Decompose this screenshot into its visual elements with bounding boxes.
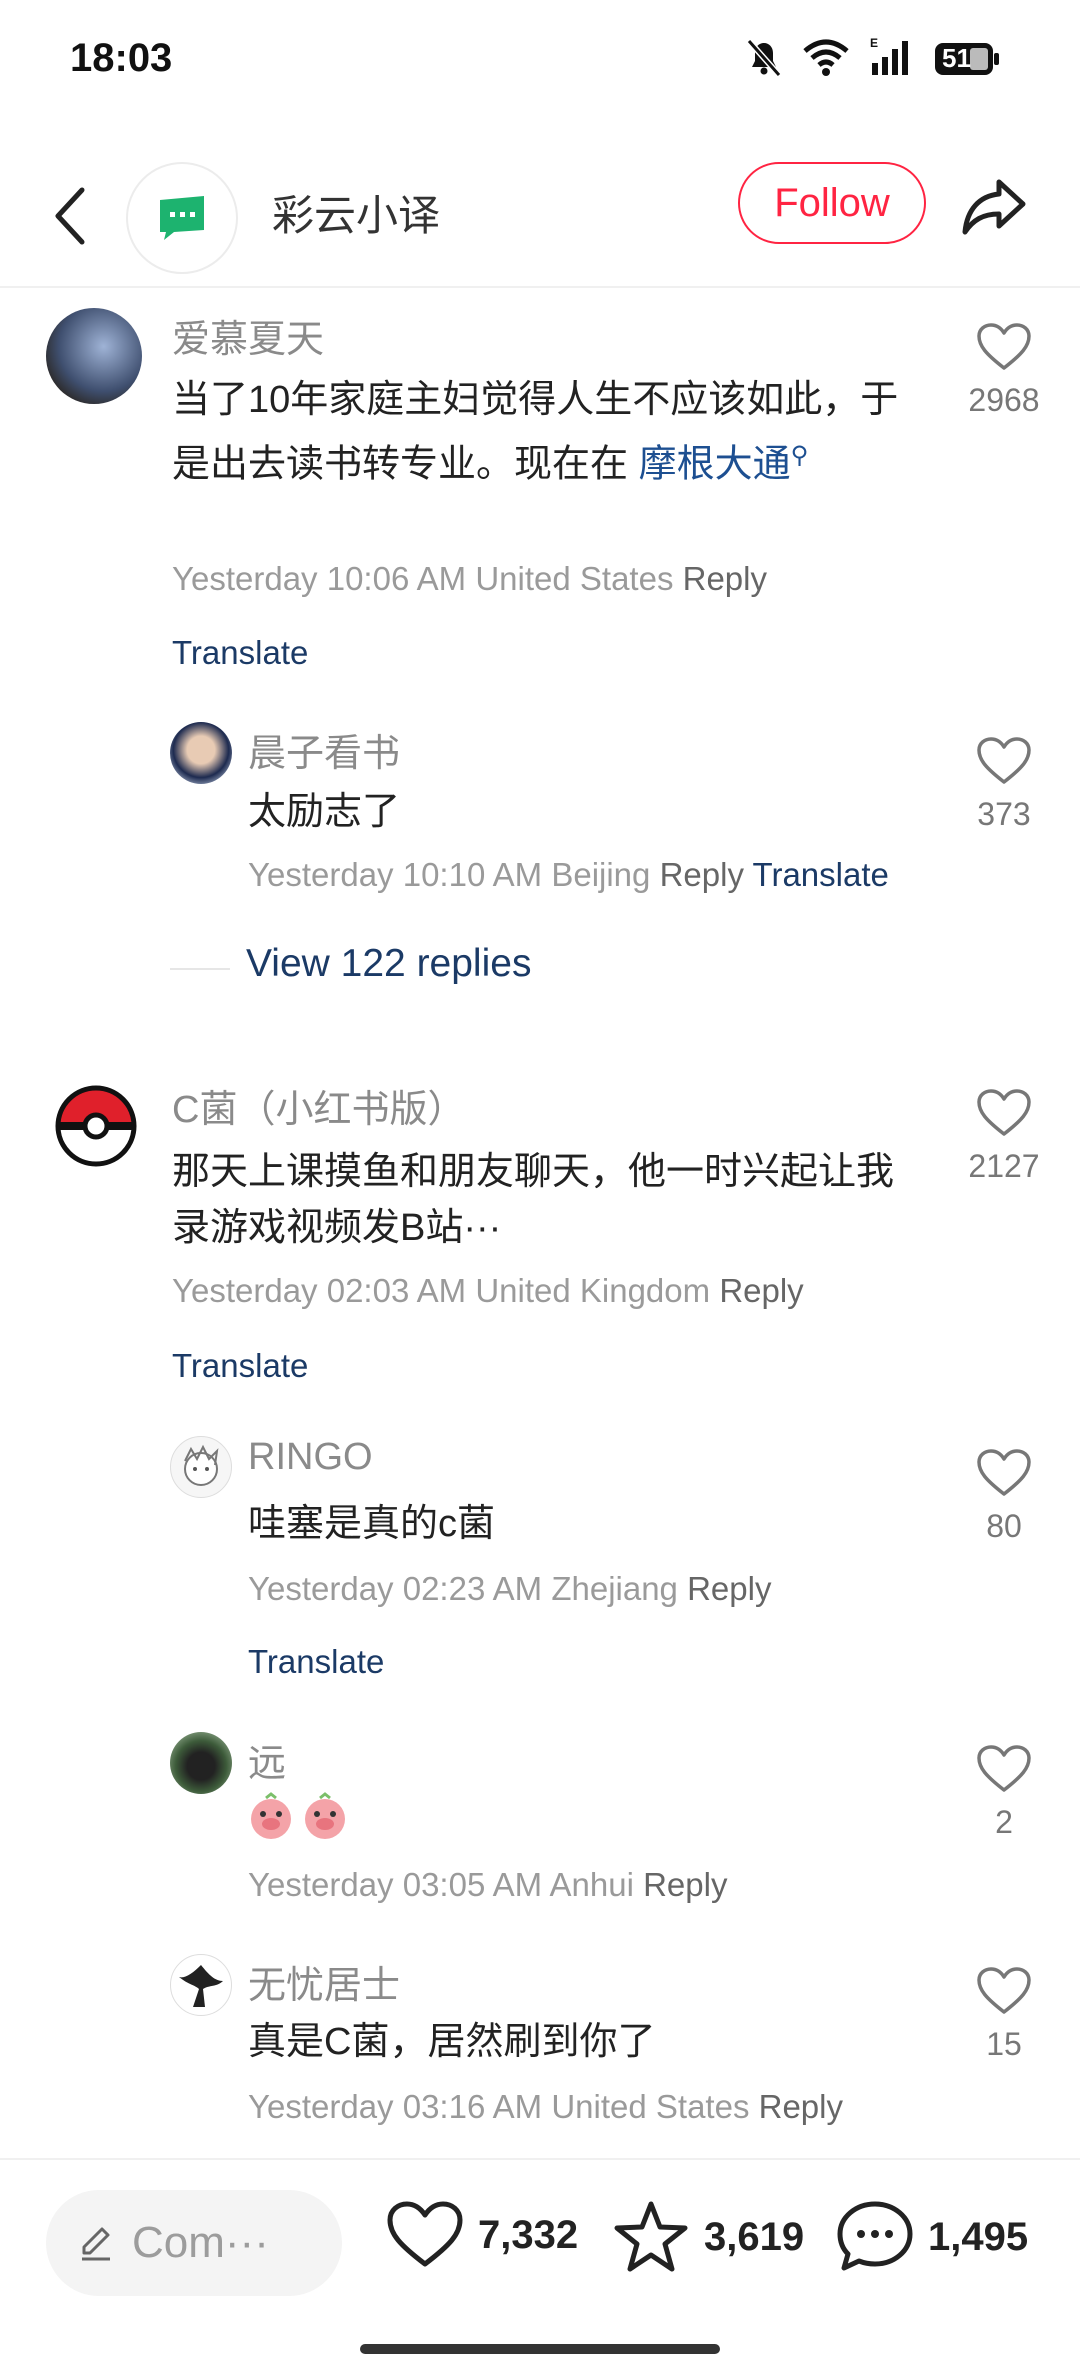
comment-text: 太励志了 [248, 791, 401, 833]
emoji-sticker [246, 1792, 350, 1842]
ink-figure-icon [179, 1965, 223, 2007]
share-button[interactable] [956, 170, 1032, 242]
comment-input[interactable]: Com··· [46, 2190, 342, 2296]
follow-button[interactable]: Follow [738, 162, 926, 244]
back-icon [55, 187, 85, 245]
account-avatar[interactable] [126, 162, 238, 274]
reply-button[interactable]: Reply [719, 1272, 803, 1309]
comment-text: 哇塞是真的c菌 [248, 1503, 496, 1545]
comments-count: 1,495 [928, 2214, 1029, 2259]
like-button[interactable]: 80 [960, 1448, 1048, 1545]
status-time: 18:03 [70, 36, 173, 80]
heart-icon [387, 2201, 463, 2267]
pig-face-icon [251, 1792, 291, 1839]
comment-search-link[interactable]: 摩根大通 [639, 444, 791, 486]
comment-meta: Yesterday 03:16 AM United States Reply [248, 2088, 843, 2125]
comment-placeholder: Com··· [132, 2218, 269, 2267]
collect-button[interactable]: 3,619 [612, 2200, 804, 2274]
reply-button[interactable]: Reply [759, 2088, 843, 2125]
header: 彩云小译 Follow [0, 150, 1080, 288]
heart-icon [977, 737, 1031, 784]
battery-icon: 51 [934, 42, 1000, 76]
svg-text:E: E [870, 37, 878, 50]
like-button[interactable]: 2968 [960, 322, 1048, 419]
heart-icon [977, 1449, 1031, 1496]
avatar[interactable] [170, 1436, 232, 1498]
star-icon [614, 2201, 688, 2272]
comment-author[interactable]: 爱慕夏天 [172, 308, 324, 363]
avatar[interactable] [170, 1954, 232, 2016]
heart-icon [977, 1089, 1031, 1136]
sketch-avatar-icon [184, 1444, 219, 1486]
like-button[interactable]: 2127 [960, 1088, 1048, 1185]
comment-bubble-icon [837, 2201, 913, 2271]
like-count: 2968 [968, 382, 1040, 418]
translate-button[interactable]: Translate [172, 1347, 308, 1385]
comment-meta: Yesterday 03:05 AM Anhui Reply [248, 1866, 728, 1903]
status-bar: 18:03 E 51 [0, 0, 1080, 120]
heart-icon [977, 1745, 1031, 1792]
comment-text: 当了10年家庭主妇觉得人生不应该如此，于是出去读书转专业。现在在 摩根大通⚲ [172, 379, 899, 486]
likes-count: 7,332 [478, 2212, 579, 2257]
bottom-action-bar: Com··· 7,332 3,619 1,495 [0, 2158, 1080, 2300]
avatar[interactable] [170, 722, 232, 784]
like-post-button[interactable]: 7,332 [386, 2200, 578, 2270]
like-count: 15 [986, 2026, 1022, 2062]
battery-level: 51 [942, 43, 971, 73]
view-replies-button[interactable]: View 122 replies [246, 942, 531, 986]
status-icons: E 51 [746, 36, 1000, 82]
reply-button[interactable]: Reply [687, 1570, 771, 1607]
comment-author[interactable]: 远 [248, 1732, 286, 1787]
reply-button[interactable]: Reply [643, 1866, 727, 1903]
like-count: 373 [977, 796, 1031, 832]
comment-meta: Yesterday 02:23 AM Zhejiang Reply [248, 1570, 772, 1607]
comment-author[interactable]: RINGO [248, 1436, 373, 1479]
pencil-icon [82, 2227, 110, 2261]
comment-text: 那天上课摸鱼和朋友聊天，他一时兴起让我录游戏视频发B站··· [172, 1151, 895, 1249]
pig-face-icon [305, 1792, 345, 1839]
reply-button[interactable]: Reply [683, 560, 767, 597]
wifi-icon [802, 37, 850, 82]
signal-icon: E [870, 36, 914, 82]
account-name[interactable]: 彩云小译 [272, 182, 440, 243]
chat-logo-icon [160, 196, 204, 240]
like-count: 80 [986, 1508, 1022, 1544]
like-button[interactable]: 15 [960, 1966, 1048, 2063]
translate-button[interactable]: Translate [248, 1643, 384, 1681]
like-button[interactable]: 373 [960, 736, 1048, 833]
comment-meta: Yesterday 10:06 AM United States Reply [172, 560, 767, 597]
like-count: 2127 [968, 1148, 1040, 1184]
avatar[interactable] [170, 1732, 232, 1794]
heart-icon [977, 1967, 1031, 2014]
avatar[interactable] [50, 1080, 142, 1172]
comment-meta: Yesterday 10:10 AM Beijing Reply Transla… [248, 856, 889, 893]
comment-author[interactable]: C菌（小红书版） [172, 1078, 465, 1133]
stars-count: 3,619 [704, 2214, 805, 2259]
reply-button[interactable]: Reply [660, 856, 744, 893]
avatar[interactable] [46, 308, 142, 404]
like-count: 2 [995, 1804, 1013, 1840]
share-icon [962, 179, 1026, 235]
translate-button[interactable]: Translate [172, 634, 308, 672]
mute-icon [746, 37, 782, 82]
heart-icon [977, 323, 1031, 370]
comment-text: 真是C菌，居然刷到你了 [248, 2021, 656, 2063]
comment-meta: Yesterday 02:03 AM United Kingdom Reply [172, 1272, 804, 1309]
translate-button[interactable]: Translate [753, 856, 889, 893]
comments-button[interactable]: 1,495 [836, 2200, 1028, 2274]
comment-author[interactable]: 晨子看书 [248, 722, 400, 777]
divider [170, 968, 230, 970]
pokeball-icon [55, 1085, 137, 1167]
like-button[interactable]: 2 [960, 1744, 1048, 1841]
comment-author[interactable]: 无忧居士 [248, 1954, 400, 2009]
back-button[interactable] [40, 170, 100, 262]
search-icon: ⚲ [790, 442, 809, 469]
home-indicator[interactable] [360, 2344, 720, 2354]
